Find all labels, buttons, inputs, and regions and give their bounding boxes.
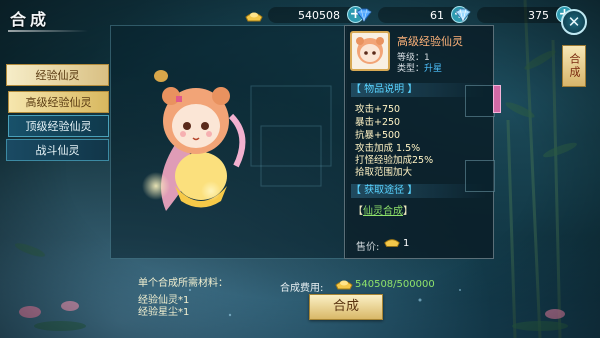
spirit-character-illustration [142, 70, 332, 211]
item-source-row: 【仙灵合成】 [353, 202, 413, 217]
combine-button[interactable]: 合成 [309, 294, 383, 320]
material-slot[interactable] [465, 160, 495, 192]
close-button[interactable]: ✕ [561, 9, 587, 35]
source-bracket-right: 】 [403, 206, 413, 217]
combine-cost-value: 540508/500000 [355, 279, 435, 290]
menu-item-advanced-exp-spirit[interactable]: 高级经验仙灵 [8, 91, 109, 113]
material-requirement: 经验星尘*1 [138, 307, 190, 318]
price-label: 售价: [356, 242, 380, 253]
currency-diamond: 61 + [354, 6, 468, 24]
gold-amount: 540508 [298, 8, 340, 22]
source-link-spirit-combine[interactable]: 仙灵合成 [363, 206, 403, 217]
item-thumbnail[interactable] [350, 31, 390, 71]
currency-gold: 540508 + [244, 6, 364, 24]
item-type-value: 升星 [424, 64, 443, 74]
item-type-label: 类型： [397, 64, 425, 74]
side-tab-combine[interactable]: 合成 [562, 45, 586, 87]
gold-ingot-icon [384, 239, 400, 247]
spirit-avatar-icon [356, 37, 384, 64]
bound-diamond-amount-pill: 375 + [477, 6, 573, 23]
menu-category-battle-spirit[interactable]: 战斗仙灵 [6, 139, 109, 161]
attribute-line: 拾取范围加大 [355, 167, 413, 178]
material-slot[interactable] [465, 85, 495, 117]
item-name: 高级经验仙灵 [397, 35, 463, 48]
attribute-line: 暴击+250 [355, 117, 401, 128]
bound-diamond-amount: 375 [528, 8, 549, 22]
silver-diamond-icon [455, 8, 471, 22]
title-underline [8, 30, 88, 32]
source-bracket-left: 【 [353, 206, 363, 217]
diamond-amount: 61 [430, 8, 444, 22]
page-title: 合成 [10, 10, 51, 29]
attribute-line: 抗暴+500 [355, 130, 401, 141]
gold-ingot-icon [335, 280, 353, 290]
gold-ingot-icon [245, 12, 263, 22]
attribute-line: 攻击+750 [355, 104, 401, 115]
combine-cost-label: 合成费用: [280, 283, 324, 294]
blue-diamond-icon [356, 8, 372, 22]
menu-category-exp-spirit[interactable]: 经验仙灵 [6, 64, 109, 86]
currency-bound-diamond: 375 + [453, 6, 573, 24]
close-icon: ✕ [567, 13, 581, 31]
gold-amount-pill: 540508 + [268, 6, 364, 23]
price-value: 1 [403, 238, 410, 249]
spirit-preview-panel [110, 25, 347, 259]
item-type: 类型：升星 [397, 61, 442, 74]
materials-header: 单个合成所需材料： [138, 278, 228, 289]
material-slot-marker [493, 85, 501, 113]
item-info-panel: 高级经验仙灵 等级：1 类型：升星 【 物品说明 】 攻击+750 暴击+250… [344, 25, 494, 259]
menu-item-top-exp-spirit[interactable]: 顶级经验仙灵 [8, 115, 109, 137]
